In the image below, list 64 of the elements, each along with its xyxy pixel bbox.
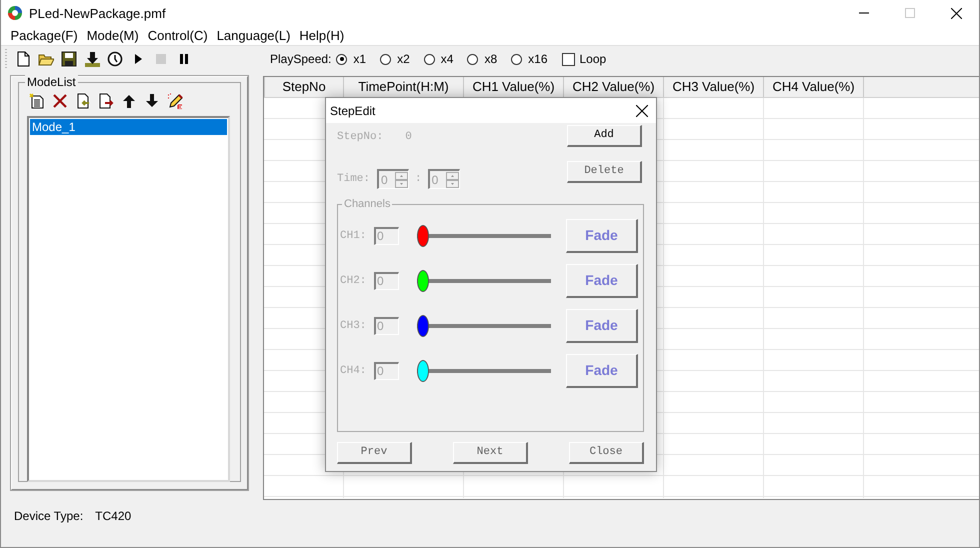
radio-button[interactable] — [467, 54, 478, 64]
app-logo-icon — [7, 5, 23, 21]
radio-label: x8 — [484, 52, 498, 66]
spin-box[interactable]: 0 — [377, 169, 410, 189]
play-speed-label: PlaySpeed: — [270, 52, 332, 66]
clock-icon[interactable] — [107, 51, 123, 67]
fade-button[interactable]: Fade — [566, 264, 638, 298]
step-label: StepNo: — [337, 131, 384, 145]
column-header: CH4 Value(%) — [764, 77, 864, 97]
channel-value-field[interactable]: 0 — [374, 316, 399, 334]
step-value: 0 — [405, 131, 412, 145]
delete-icon[interactable] — [52, 93, 68, 109]
radio-button[interactable] — [511, 54, 522, 64]
status-value: TC420 — [95, 509, 132, 523]
dialog-title: StepEdit — [330, 104, 376, 118]
import-icon[interactable] — [75, 93, 91, 109]
channel-label: CH3: — [340, 320, 368, 332]
loop-checkbox[interactable] — [562, 52, 574, 66]
spin-box[interactable]: 0 — [428, 169, 460, 189]
slider-thumb[interactable] — [417, 360, 429, 382]
action-button[interactable]: Add — [567, 125, 642, 147]
channel-label: CH2: — [340, 274, 368, 286]
radio-button[interactable] — [336, 54, 348, 64]
checkbox-label: Loop — [580, 52, 606, 66]
slider-thumb[interactable] — [417, 270, 429, 292]
group-title: Channels — [342, 198, 392, 210]
time-separator: : — [415, 173, 422, 185]
radio-label: x1 — [353, 52, 366, 66]
new-file-icon[interactable] — [15, 51, 31, 67]
menu-item[interactable]: Help(H) — [294, 28, 349, 43]
close-button[interactable] — [636, 104, 648, 116]
close-icon[interactable] — [950, 8, 962, 18]
save-icon[interactable] — [61, 51, 77, 67]
menu-item[interactable]: Mode(M) — [82, 28, 144, 43]
download-icon[interactable] — [84, 51, 100, 67]
fade-button[interactable]: Fade — [566, 354, 638, 388]
list-item[interactable]: Mode_1 — [30, 119, 227, 135]
group-title: ModeList — [25, 75, 78, 89]
radio-label: x4 — [440, 52, 454, 66]
menu-item[interactable]: Language(L) — [212, 28, 295, 43]
fade-button[interactable]: Fade — [566, 218, 638, 252]
channel-label: CH1: — [340, 230, 368, 242]
pencil-icon[interactable] — [167, 93, 183, 109]
radio-label: x2 — [397, 52, 410, 66]
export-icon[interactable] — [98, 93, 114, 109]
window-title: PLed-NewPackage.pmf — [29, 6, 166, 20]
column-header: CH3 Value(%) — [664, 77, 764, 97]
up-arrow-icon[interactable] — [121, 93, 137, 109]
new-mode-icon[interactable] — [29, 93, 45, 109]
slider-thumb[interactable] — [417, 314, 429, 336]
channel-value-field[interactable]: 0 — [374, 362, 399, 380]
menu-item[interactable]: Package(F) — [6, 28, 82, 43]
radio-button[interactable] — [424, 54, 435, 64]
radio-label: x16 — [528, 52, 548, 66]
channel-value-field[interactable]: 0 — [374, 226, 399, 244]
menu-item[interactable]: Control(C) — [143, 28, 212, 43]
down-arrow-icon[interactable] — [144, 93, 160, 109]
channel-label: CH4: — [340, 364, 368, 376]
radio-button[interactable] — [380, 54, 392, 64]
status-label: Device Type: — [14, 509, 84, 523]
channel-value-field[interactable]: 0 — [374, 272, 399, 290]
slider-thumb[interactable] — [417, 224, 429, 246]
fade-button[interactable]: Fade — [566, 308, 638, 342]
time-label: Time: — [337, 173, 370, 185]
